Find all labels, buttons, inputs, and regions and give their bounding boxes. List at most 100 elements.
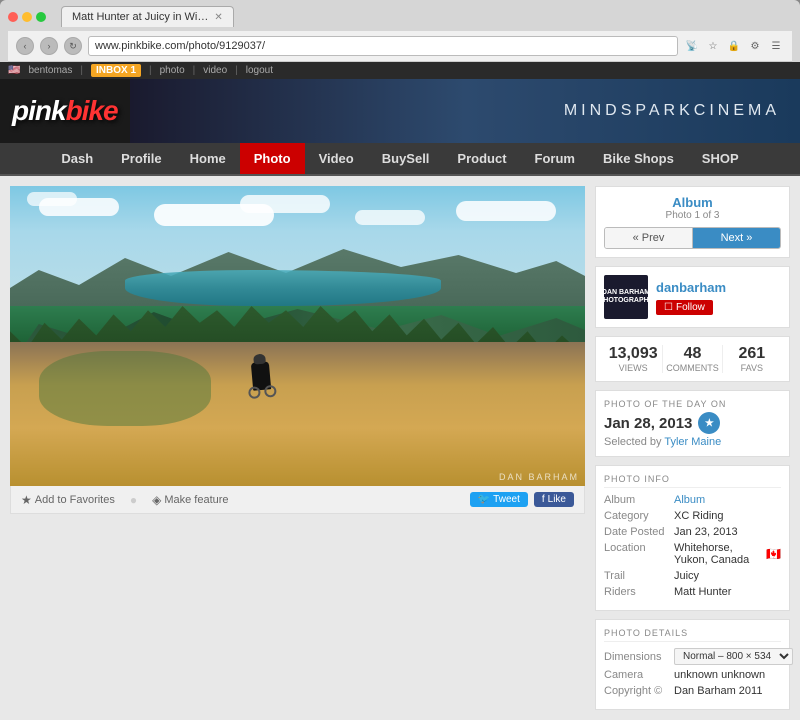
riders-val: Matt Hunter [674,586,781,598]
browser-chrome: Matt Hunter at Juicy in Wi… ✕ ‹ › ↻ www.… [0,0,800,62]
photo-of-day: PHOTO OF THE DAY ON Jan 28, 2013 ★ Selec… [595,390,790,457]
nav-home[interactable]: Home [176,143,240,174]
flag-icon: 🇺🇸 [8,65,20,76]
main-nav: Dash Profile Home Photo Video BuySell Pr… [0,143,800,176]
toolbar-icons: 📡 ☆ 🔒 ⚙ ☰ [684,38,784,54]
nav-profile[interactable]: Profile [107,143,175,174]
make-feature-link[interactable]: ◈ Make feature [152,493,228,507]
views-label: VIEWS [604,363,662,373]
browser-toolbar: ‹ › ↻ www.pinkbike.com/photo/9129037/ 📡 … [8,31,792,62]
date-key: Date Posted [604,526,674,538]
nav-buysell[interactable]: BuySell [368,143,444,174]
prev-photo-button[interactable]: « Prev [605,228,693,248]
pod-selector: Selected by Tyler Maine [604,436,781,448]
album-nav-buttons: « Prev Next » [604,227,781,249]
make-feature-label: Make feature [164,494,228,506]
tab-close-icon[interactable]: ✕ [214,12,222,23]
lock-icon: 🔒 [726,38,742,54]
maximize-button[interactable] [36,12,46,22]
album-nav: Album Photo 1 of 3 « Prev Next » [595,186,790,258]
next-photo-button[interactable]: Next » [693,228,780,248]
info-date-row: Date Posted Jan 23, 2013 [604,526,781,538]
photo-info-title: PHOTO INFO [604,474,781,488]
page: 🇺🇸 bentomas | INBOX 1 | photo | video | … [0,62,800,720]
username-link[interactable]: bentomas [28,65,72,76]
info-album-row: Album Album [604,494,781,506]
avatar-text: DAN BARHAM PHOTOGRAPHY [604,289,648,306]
header-banner: MINDSPARKCINEMA [130,79,800,143]
date-val: Jan 23, 2013 [674,526,781,538]
utility-bar: 🇺🇸 bentomas | INBOX 1 | photo | video | … [0,62,800,79]
refresh-button[interactable]: ↻ [64,37,82,55]
traffic-lights [8,12,46,22]
minimize-button[interactable] [22,12,32,22]
settings-icon[interactable]: ⚙ [747,38,763,54]
logo-area: pinkbike [0,87,130,135]
camera-key: Camera [604,669,674,681]
album-key: Album [604,494,674,506]
banner-text: MINDSPARKCINEMA [564,102,780,120]
dimensions-select[interactable]: Normal – 800 × 534 [674,648,793,665]
tab-bar: Matt Hunter at Juicy in Wi… ✕ [61,6,234,27]
browser-titlebar: Matt Hunter at Juicy in Wi… ✕ [8,6,792,27]
site-logo[interactable]: pinkbike [12,95,118,127]
close-button[interactable] [8,12,18,22]
dimensions-val: Normal – 800 × 534 [674,648,793,665]
category-val: XC Riding [674,510,781,522]
logout-link[interactable]: logout [246,65,273,76]
photo-image[interactable]: DAN BARHAM [10,186,585,486]
username[interactable]: danbarham [656,280,781,295]
nav-photo[interactable]: Photo [240,143,305,174]
feature-icon: ◈ [152,493,161,507]
content-area: DAN BARHAM ★ Add to Favorites ● ◈ Make f… [0,176,800,720]
sidebar: Album Photo 1 of 3 « Prev Next » DAN BAR… [595,186,790,710]
photo-credit: DAN BARHAM [499,472,579,482]
trail-key: Trail [604,570,674,582]
follow-icon: ☐ [664,302,673,313]
menu-icon[interactable]: ☰ [768,38,784,54]
rss-icon[interactable]: 📡 [684,38,700,54]
star-icon[interactable]: ☆ [705,38,721,54]
url-text: www.pinkbike.com/photo/9129037/ [95,40,265,52]
info-location-row: Location Whitehorse, Yukon, Canada 🇨🇦 [604,542,781,566]
category-key: Category [604,510,674,522]
album-link[interactable]: Album [674,494,705,506]
detail-dimensions-row: Dimensions Normal – 800 × 534 [604,648,781,665]
views-stat: 13,093 VIEWS [604,345,663,373]
tweet-button[interactable]: 🐦 Tweet [470,492,528,507]
forward-button[interactable]: › [40,37,58,55]
info-trail-row: Trail Juicy [604,570,781,582]
site-header: pinkbike MINDSPARKCINEMA [0,79,800,143]
info-category-row: Category XC Riding [604,510,781,522]
add-favorites-label: Add to Favorites [35,494,115,506]
back-button[interactable]: ‹ [16,37,34,55]
address-bar[interactable]: www.pinkbike.com/photo/9129037/ [88,36,678,56]
favs-count: 261 [723,345,781,363]
comments-stat: 48 COMMENTS [663,345,722,373]
comments-label: COMMENTS [663,363,721,373]
photo-details: PHOTO DETAILS Dimensions Normal – 800 × … [595,619,790,710]
copyright-key: Copyright © [604,685,674,697]
follow-button[interactable]: ☐ Follow [656,300,713,315]
nav-shop[interactable]: SHOP [688,143,753,174]
selector-name-link[interactable]: Tyler Maine [664,436,721,448]
like-button[interactable]: f Like [534,492,574,507]
nav-forum[interactable]: Forum [521,143,589,174]
nav-video[interactable]: Video [305,143,368,174]
trail-val: Juicy [674,570,781,582]
album-title: Album [604,195,781,210]
video-link[interactable]: video [203,65,227,76]
active-tab[interactable]: Matt Hunter at Juicy in Wi… ✕ [61,6,234,27]
canada-flag-icon: 🇨🇦 [766,547,781,561]
inbox-badge[interactable]: INBOX 1 [91,64,141,77]
add-to-favorites-link[interactable]: ★ Add to Favorites [21,493,115,507]
nav-dash[interactable]: Dash [47,143,107,174]
nav-bikeshops[interactable]: Bike Shops [589,143,688,174]
facebook-icon: f [542,494,545,505]
photo-link[interactable]: photo [160,65,185,76]
nav-product[interactable]: Product [443,143,520,174]
photo-section: DAN BARHAM ★ Add to Favorites ● ◈ Make f… [10,186,585,710]
photo-container: DAN BARHAM [10,186,585,486]
comments-count: 48 [663,345,721,363]
location-val: Whitehorse, Yukon, Canada 🇨🇦 [674,542,781,566]
